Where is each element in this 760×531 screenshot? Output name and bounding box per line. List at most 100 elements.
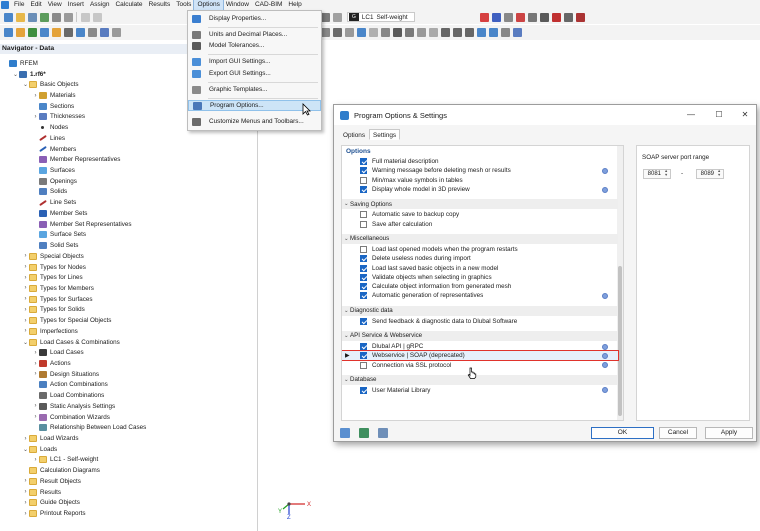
- expand-icon[interactable]: ›: [32, 361, 39, 367]
- tree-item[interactable]: ⌄ Basic Objects: [22, 79, 79, 90]
- option-checkbox[interactable]: [360, 167, 367, 175]
- option-checkbox[interactable]: [360, 255, 367, 263]
- tree-item[interactable]: › Load Cases: [32, 347, 84, 358]
- zoom-icon[interactable]: [392, 28, 402, 37]
- option-row[interactable]: Delete useless nodes during import: [342, 254, 618, 263]
- info-icon[interactable]: [602, 352, 608, 359]
- expand-icon[interactable]: ›: [22, 318, 29, 324]
- option-row[interactable]: Min/max value symbols in tables: [342, 176, 618, 185]
- grid-toggle-icon[interactable]: [380, 28, 390, 37]
- option-checkbox[interactable]: [360, 186, 367, 194]
- section-header[interactable]: ⌄ Miscellaneous: [342, 233, 618, 244]
- print-icon[interactable]: [51, 12, 61, 22]
- member-tool-icon[interactable]: [39, 28, 49, 37]
- option-row[interactable]: Send feedback & diagnostic data to Dluba…: [342, 317, 618, 326]
- section-header[interactable]: ⌄ Saving Options: [342, 199, 618, 210]
- expand-icon[interactable]: ›: [22, 275, 29, 281]
- tree-item[interactable]: › Load Wizards: [22, 433, 79, 444]
- expand-icon[interactable]: ›: [32, 371, 39, 377]
- tab-settings[interactable]: Settings: [369, 129, 401, 140]
- menu-item[interactable]: Graphic Templates...: [188, 84, 321, 95]
- option-checkbox[interactable]: [360, 352, 367, 360]
- options-scrollbar-thumb[interactable]: [618, 266, 622, 416]
- transparency-icon[interactable]: [512, 28, 522, 37]
- tree-item[interactable]: › Printout Reports: [22, 508, 86, 519]
- option-checkbox[interactable]: [360, 292, 367, 300]
- maximize-icon[interactable]: ☐: [713, 109, 725, 121]
- spin-down-icon[interactable]: ▼: [664, 173, 668, 178]
- option-row[interactable]: ▶ Webservice | SOAP (deprecated): [342, 350, 619, 362]
- tree-item[interactable]: RFEM: [2, 58, 38, 69]
- iso-view-icon[interactable]: [476, 28, 486, 37]
- tree-item[interactable]: › Types for Special Objects: [22, 315, 111, 326]
- menu-calculate[interactable]: Calculate: [112, 0, 145, 10]
- menu-file[interactable]: File: [11, 0, 27, 10]
- expand-icon[interactable]: ›: [22, 489, 29, 495]
- info-icon[interactable]: [602, 387, 608, 394]
- tree-item[interactable]: Solids: [32, 187, 67, 198]
- model-icon[interactable]: [39, 12, 49, 22]
- tree-item[interactable]: Openings: [32, 176, 77, 187]
- option-checkbox[interactable]: [360, 245, 367, 253]
- menu-edit[interactable]: Edit: [27, 0, 44, 10]
- opening-tool-icon[interactable]: [75, 28, 85, 37]
- guideline-icon[interactable]: [368, 28, 378, 37]
- fit-icon[interactable]: [428, 28, 438, 37]
- close-icon[interactable]: ✕: [739, 109, 751, 121]
- info-icon[interactable]: [602, 362, 608, 369]
- option-checkbox[interactable]: [360, 211, 367, 219]
- menu-item[interactable]: Units and Decimal Places...: [188, 29, 321, 40]
- deformation-icon[interactable]: [492, 12, 502, 22]
- tree-item[interactable]: Lines: [32, 133, 65, 144]
- tree-item[interactable]: Calculation Diagrams: [22, 465, 100, 476]
- option-checkbox[interactable]: [360, 317, 367, 325]
- tree-item[interactable]: Sections: [32, 101, 74, 112]
- copy-tool-icon[interactable]: [87, 28, 97, 37]
- open-icon[interactable]: [15, 12, 25, 22]
- expand-icon[interactable]: ›: [32, 414, 39, 420]
- option-row[interactable]: Load last saved basic objects in a new m…: [342, 263, 618, 272]
- tree-item[interactable]: › Types for Nodes: [22, 262, 86, 273]
- tree-item[interactable]: Solid Sets: [32, 240, 78, 251]
- option-checkbox[interactable]: [360, 283, 367, 291]
- tree-item[interactable]: ⌄ Load Cases & Combinations: [22, 337, 120, 348]
- option-row[interactable]: Connection via SSL protocol: [342, 361, 618, 370]
- expand-icon[interactable]: ›: [22, 307, 29, 313]
- option-checkbox[interactable]: [360, 386, 367, 394]
- tree-item[interactable]: Load Combinations: [32, 390, 104, 401]
- tree-item[interactable]: › Actions: [32, 358, 71, 369]
- surface-tool-icon[interactable]: [51, 28, 61, 37]
- soap-port-to-input[interactable]: 8089 ▲ ▼: [696, 169, 724, 179]
- info-icon[interactable]: [602, 292, 608, 299]
- expand-icon[interactable]: ›: [22, 328, 29, 334]
- view-x-icon[interactable]: [440, 28, 450, 37]
- expand-icon[interactable]: ›: [22, 285, 29, 291]
- option-checkbox[interactable]: [360, 176, 367, 184]
- minimize-icon[interactable]: —: [685, 109, 697, 121]
- line-tool-icon[interactable]: [27, 28, 37, 37]
- expand-icon[interactable]: ›: [22, 436, 29, 442]
- menu-assign[interactable]: Assign: [87, 0, 113, 10]
- tree-item[interactable]: › Materials: [32, 90, 76, 101]
- option-row[interactable]: Display whole model in 3D preview: [342, 185, 618, 194]
- tree-item[interactable]: › Results: [22, 487, 61, 498]
- expand-icon[interactable]: ›: [22, 478, 29, 484]
- workplane-icon[interactable]: [344, 28, 354, 37]
- load-case-combo[interactable]: G LC1 Self-weight: [347, 12, 415, 22]
- option-checkbox[interactable]: [360, 343, 367, 351]
- node-tool-icon[interactable]: [15, 28, 25, 37]
- apply-button[interactable]: Apply: [705, 427, 753, 439]
- tree-item[interactable]: Member Representatives: [32, 154, 120, 165]
- tree-item[interactable]: Nodes: [32, 122, 68, 133]
- option-row[interactable]: Calculate object information from genera…: [342, 282, 618, 291]
- tree-item[interactable]: › Static Analysis Settings: [32, 401, 115, 412]
- option-checkbox[interactable]: [360, 273, 367, 281]
- expand-icon[interactable]: ›: [22, 500, 29, 506]
- info-icon[interactable]: [602, 343, 608, 350]
- option-checkbox[interactable]: [360, 158, 367, 166]
- tree-item[interactable]: Members: [32, 144, 76, 155]
- grid-icon[interactable]: [576, 12, 586, 22]
- spin-down-icon[interactable]: ▼: [717, 173, 721, 178]
- tree-item[interactable]: › Result Objects: [22, 476, 81, 487]
- option-row[interactable]: Automatic save to backup copy: [342, 210, 618, 219]
